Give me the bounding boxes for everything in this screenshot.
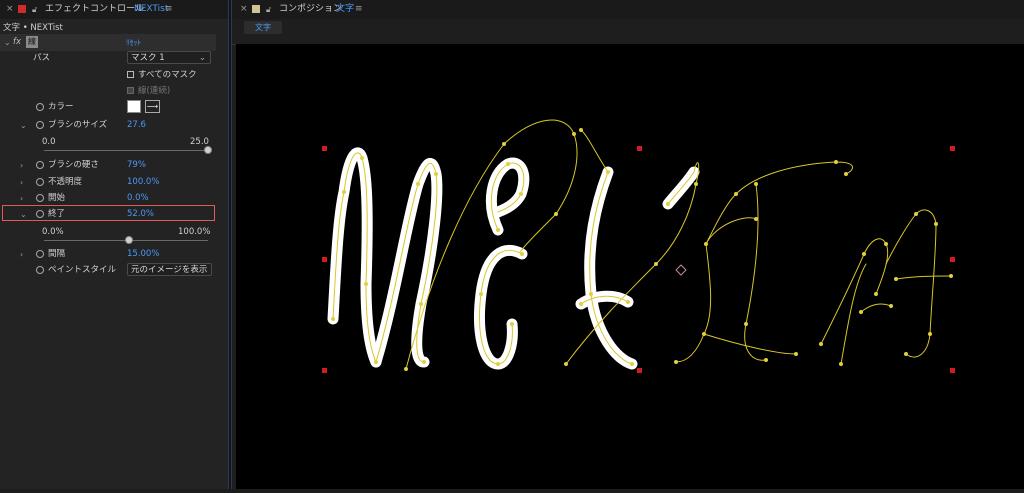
all-masks-checkbox[interactable] <box>127 71 134 78</box>
end-value[interactable]: 52.0% <box>127 206 154 223</box>
path-row: パス マスク 1 ⌄ <box>0 50 220 67</box>
stopwatch-icon[interactable] <box>36 103 44 111</box>
all-masks-row: すべてのマスク <box>0 67 220 84</box>
paint-style-dropdown[interactable]: 元のイメージを表示 <box>127 263 212 276</box>
composition-viewer[interactable] <box>236 44 1024 489</box>
stroke-seq-label: 線(連続) <box>138 86 171 96</box>
composition-tab[interactable]: × 🔓︎ コンポジション 文字 ≡ <box>232 0 1024 19</box>
path-label: パス <box>33 53 51 63</box>
hardness-label: ブラシの硬さ <box>48 160 99 170</box>
spacing-value[interactable]: 15.00% <box>127 246 159 263</box>
effect-controls-tab[interactable]: × 🔓︎ エフェクトコントロール NEXTist ≡ <box>0 0 228 19</box>
stopwatch-icon[interactable] <box>36 121 44 129</box>
chevron-down-icon: ⌄ <box>198 53 206 63</box>
label-color-swatch <box>252 5 260 13</box>
stroke-seq-row: 線(連続) <box>0 83 220 100</box>
color-swatch[interactable] <box>127 100 141 113</box>
layer-name: NEXTist <box>134 4 169 14</box>
canvas-svg <box>322 119 955 373</box>
panel-title: コンポジション <box>279 4 343 14</box>
end-range-row: 0.0% 100.0% <box>0 224 220 241</box>
close-icon[interactable]: × <box>240 0 248 19</box>
opacity-label: 不透明度 <box>48 177 83 187</box>
paint-style-row: ペイントスタイル 元のイメージを表示 <box>0 262 220 279</box>
end-slider-knob[interactable] <box>125 236 134 244</box>
breadcrumb: 文字 • NEXTist <box>3 23 63 33</box>
end-label: 終了 <box>48 209 66 219</box>
brush-size-slider-knob[interactable] <box>204 146 212 154</box>
hardness-row: › ブラシの硬さ 79% <box>0 157 220 174</box>
label-color-swatch <box>18 5 26 13</box>
hardness-value[interactable]: 79% <box>127 157 146 174</box>
opacity-row: › 不透明度 100.0% <box>0 174 220 191</box>
stopwatch-icon[interactable] <box>36 161 44 169</box>
stopwatch-icon[interactable] <box>36 210 44 218</box>
color-row: カラー ⟶ <box>0 99 220 116</box>
eyedropper-icon[interactable]: ⟶ <box>145 100 160 113</box>
fx-icon[interactable]: fx <box>13 34 21 51</box>
paint-style-label: ペイントスタイル <box>48 265 117 275</box>
brush-size-slider-track[interactable] <box>44 150 208 151</box>
panel-menu-icon[interactable]: ≡ <box>355 0 363 19</box>
brush-size-min: 0.0 <box>42 137 56 147</box>
effect-name: 線 <box>26 36 38 48</box>
paint-style-value: 元のイメージを表示 <box>131 265 208 275</box>
end-min: 0.0% <box>42 227 64 237</box>
all-masks-label: すべてのマスク <box>138 70 197 80</box>
stroke-seq-checkbox[interactable] <box>127 87 134 94</box>
effect-controls-panel: × 🔓︎ エフェクトコントロール NEXTist ≡ 文字 • NEXTist … <box>0 0 228 489</box>
chevron-right-icon[interactable]: › <box>20 157 23 174</box>
path-value: マスク 1 <box>131 53 165 63</box>
lock-icon[interactable]: 🔓︎ <box>266 0 271 19</box>
end-row: ⌄ 終了 52.0% <box>0 206 220 223</box>
spacing-row: › 間隔 15.00% <box>0 246 220 263</box>
effect-header-row[interactable]: ⌄ fx 線 ﾘｾｯﾄ <box>0 34 216 51</box>
brush-size-value[interactable]: 27.6 <box>127 117 146 134</box>
comp-name: 文字 <box>336 4 355 14</box>
spacing-label: 間隔 <box>48 249 66 259</box>
chevron-right-icon[interactable]: › <box>20 246 23 263</box>
close-icon[interactable]: × <box>6 0 14 19</box>
stopwatch-icon[interactable] <box>36 266 44 274</box>
chevron-right-icon[interactable]: › <box>20 174 23 191</box>
color-label: カラー <box>48 102 74 112</box>
lock-icon[interactable]: 🔓︎ <box>32 0 37 19</box>
panel-title: エフェクトコントロール <box>45 4 145 14</box>
composition-panel: × 🔓︎ コンポジション 文字 ≡ 文字 <box>232 0 1024 489</box>
brush-size-label: ブラシのサイズ <box>48 120 108 130</box>
chevron-down-icon[interactable]: ⌄ <box>4 34 11 51</box>
brush-size-range-row: 0.0 25.0 <box>0 134 220 151</box>
opacity-value[interactable]: 100.0% <box>127 174 159 191</box>
end-max: 100.0% <box>178 227 211 237</box>
comp-breadcrumb-tab[interactable]: 文字 <box>244 21 282 34</box>
chevron-down-icon[interactable]: ⌄ <box>20 206 27 223</box>
mask-path <box>332 119 952 370</box>
stopwatch-icon[interactable] <box>36 194 44 202</box>
anchor-point-icon[interactable] <box>675 264 687 276</box>
brush-size-row: ⌄ ブラシのサイズ 27.6 <box>0 117 220 134</box>
stopwatch-icon[interactable] <box>36 178 44 186</box>
chevron-down-icon[interactable]: ⌄ <box>20 117 27 134</box>
panel-menu-icon[interactable]: ≡ <box>165 0 173 19</box>
reset-link[interactable]: ﾘｾｯﾄ <box>126 34 141 51</box>
stroked-text <box>327 147 700 370</box>
path-dropdown[interactable]: マスク 1 ⌄ <box>127 51 211 64</box>
stopwatch-icon[interactable] <box>36 250 44 258</box>
